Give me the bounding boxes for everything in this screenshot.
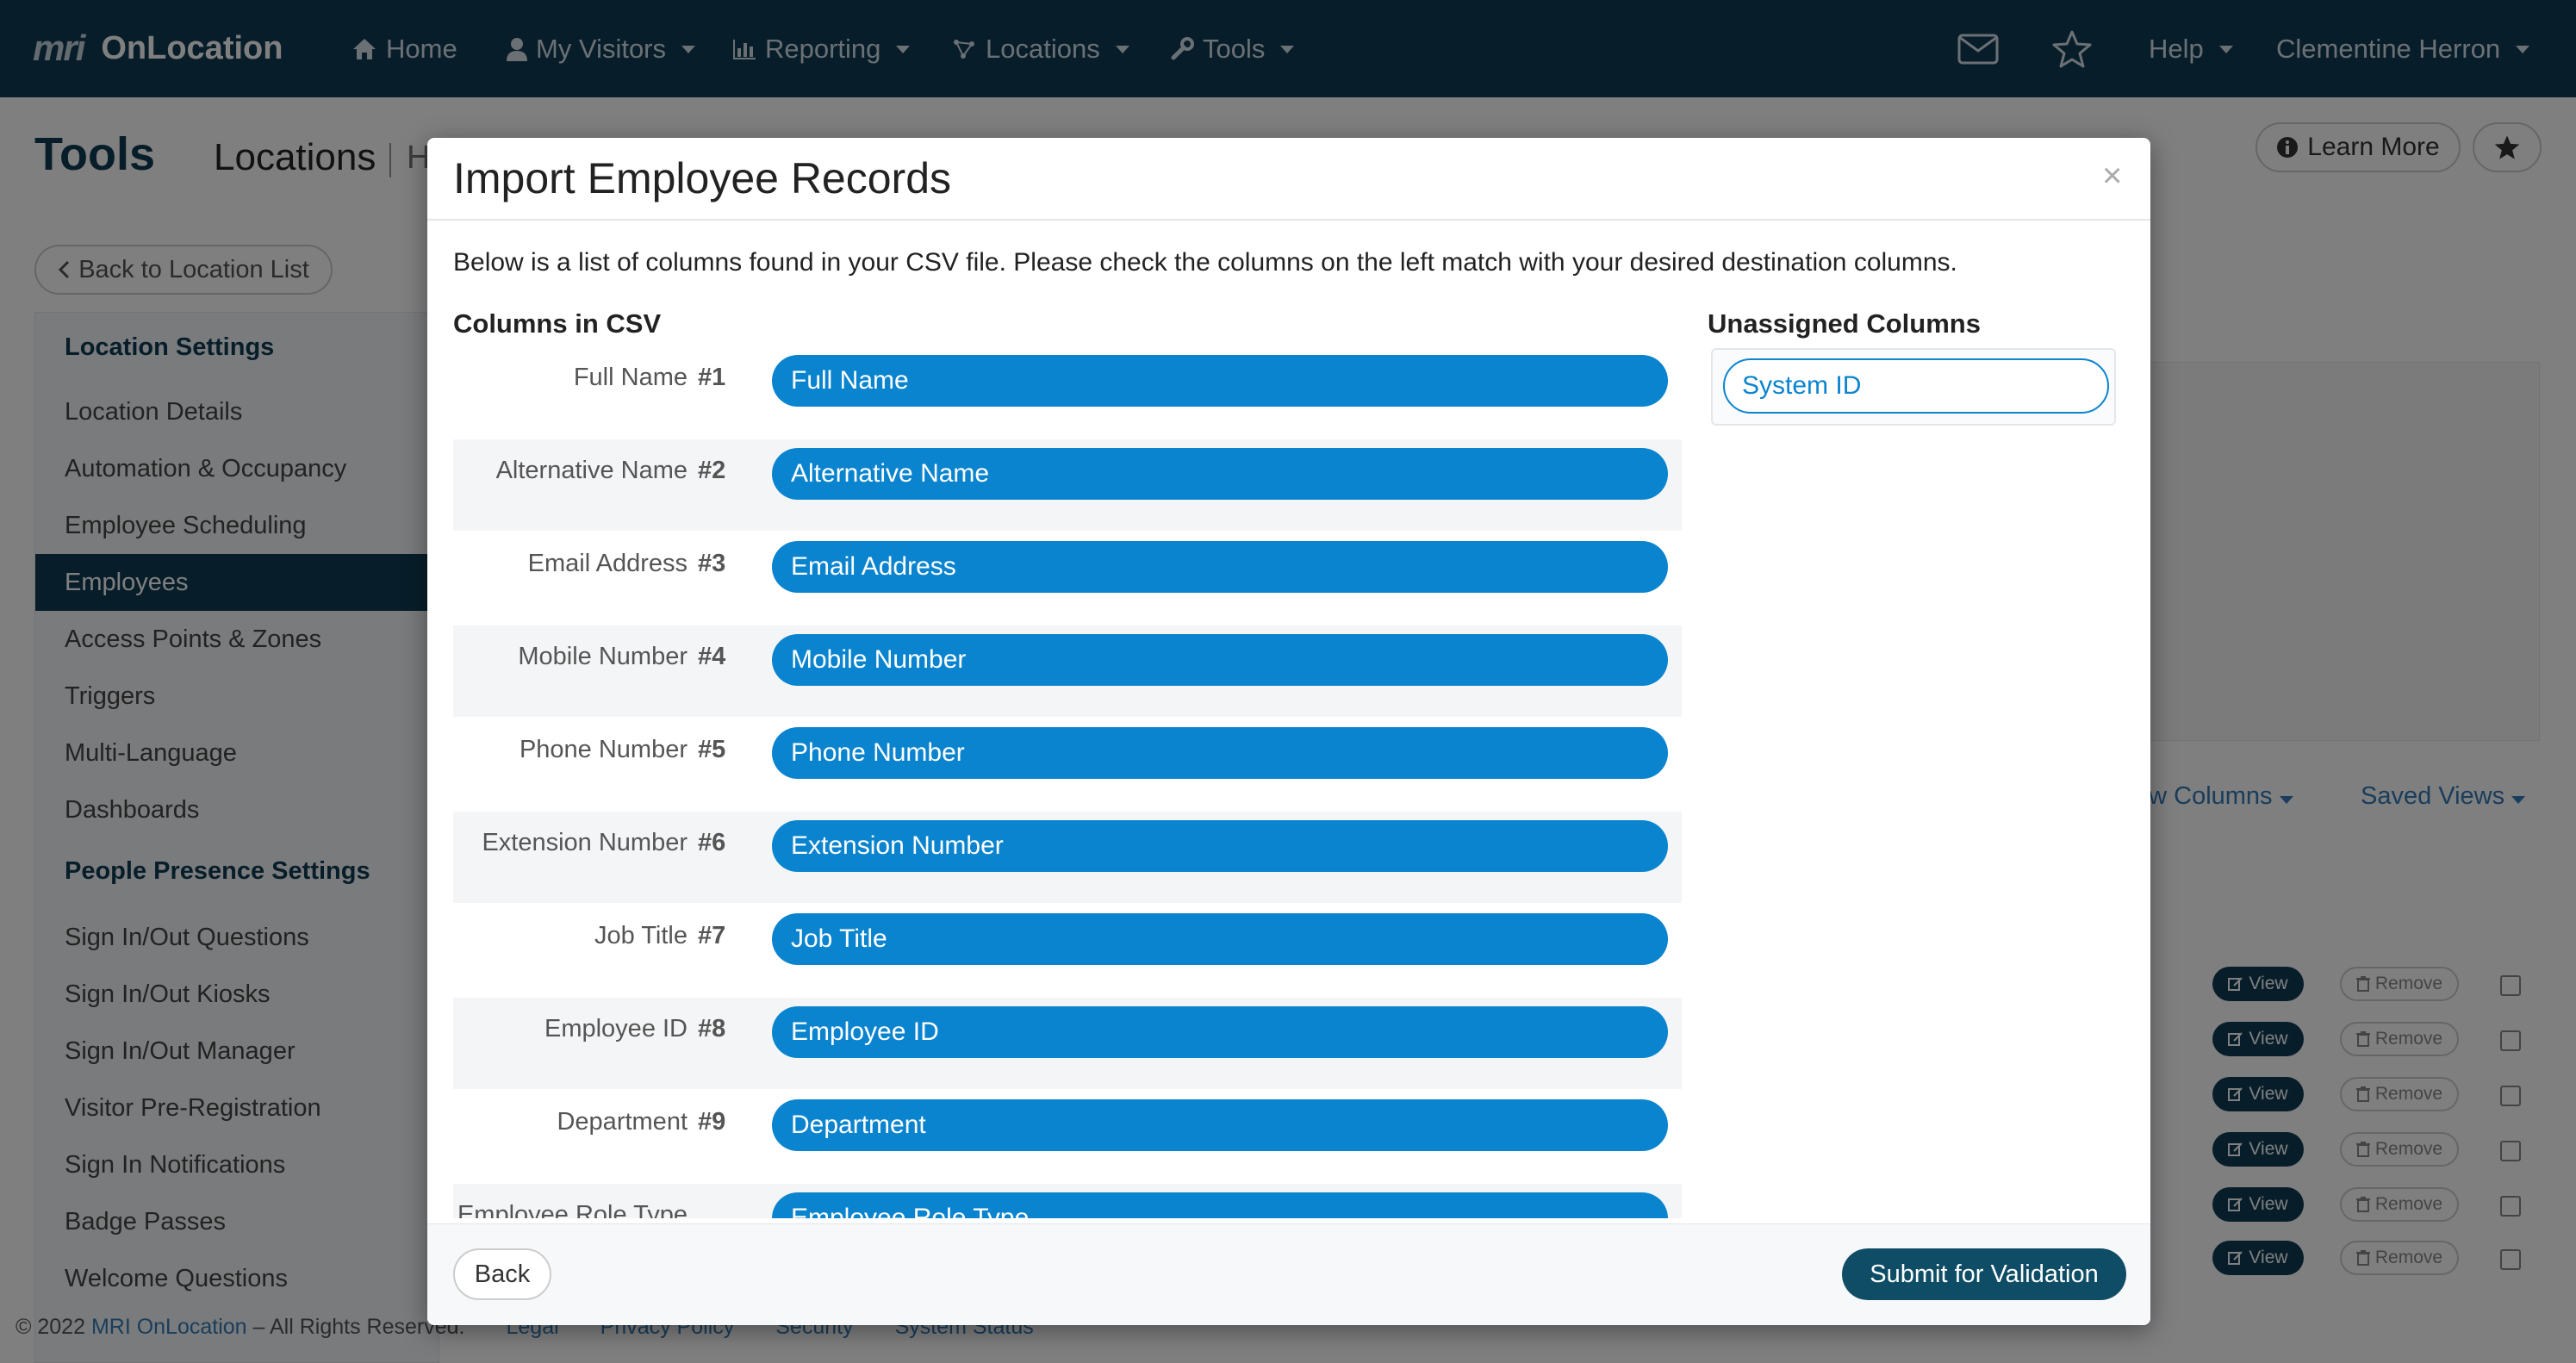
mapping-row: Mobile Number #4 Mobile Number: [453, 625, 1682, 719]
destination-column-pill[interactable]: Employee Role Type: [772, 1192, 1668, 1218]
csv-column-name: Mobile Number: [518, 643, 688, 670]
csv-column-number: #6: [698, 829, 726, 856]
mapping-row: Employee Role Type Employee Role Type: [453, 1184, 1682, 1218]
csv-column-name: Extension Number: [482, 829, 688, 856]
csv-column-name: Job Title: [594, 922, 688, 949]
csv-column-number: #3: [698, 550, 726, 577]
unassigned-column-pill[interactable]: System ID: [1723, 358, 2109, 414]
mapping-row: Extension Number #6 Extension Number: [453, 812, 1682, 905]
csv-column-name: Alternative Name: [495, 457, 688, 484]
back-button[interactable]: Back: [453, 1248, 551, 1300]
unassigned-columns-box: System ID: [1711, 348, 2116, 426]
destination-column-pill[interactable]: Alternative Name: [772, 448, 1668, 500]
destination-column-pill[interactable]: Department: [772, 1099, 1668, 1151]
csv-column-name: Full Name: [573, 364, 688, 391]
csv-column-number: #4: [698, 643, 726, 670]
csv-column-number: #5: [698, 736, 726, 763]
destination-column-pill[interactable]: Extension Number: [772, 820, 1668, 872]
columns-in-csv-heading: Columns in CSV: [453, 308, 662, 339]
mapping-row: Job Title #7 Job Title: [453, 905, 1682, 998]
modal-footer: Back Submit for Validation: [427, 1223, 2150, 1325]
csv-column-name: Employee Role Type: [457, 1201, 688, 1218]
destination-column-pill[interactable]: Job Title: [772, 913, 1668, 965]
csv-column-number: #2: [698, 457, 726, 484]
unassigned-columns-heading: Unassigned Columns: [1708, 308, 1981, 339]
column-mapping-list: Full Name #1 Full Name Alternative Name …: [453, 346, 1682, 1218]
destination-column-pill[interactable]: Phone Number: [772, 727, 1668, 779]
csv-column-number: #1: [698, 364, 726, 391]
mapping-row: Full Name #1 Full Name: [453, 346, 1682, 439]
modal-header: Import Employee Records ×: [427, 138, 2150, 221]
destination-column-pill[interactable]: Email Address: [772, 541, 1668, 593]
csv-column-name: Email Address: [527, 550, 688, 577]
csv-column-name: Employee ID: [544, 1015, 688, 1042]
mapping-row: Employee ID #8 Employee ID: [453, 998, 1682, 1091]
submit-for-validation-button[interactable]: Submit for Validation: [1842, 1248, 2126, 1300]
mapping-row: Department #9 Department: [453, 1091, 1682, 1184]
destination-column-pill[interactable]: Mobile Number: [772, 634, 1668, 686]
modal-description: Below is a list of columns found in your…: [453, 248, 1957, 277]
csv-column-number: #7: [698, 922, 726, 949]
mapping-row: Phone Number #5 Phone Number: [453, 719, 1682, 812]
modal-title: Import Employee Records: [453, 154, 952, 202]
import-employee-records-modal: Import Employee Records × Below is a lis…: [427, 138, 2150, 1325]
destination-column-pill[interactable]: Full Name: [772, 355, 1668, 407]
csv-column-number: #9: [698, 1108, 726, 1136]
destination-column-pill[interactable]: Employee ID: [772, 1006, 1668, 1058]
mapping-row: Email Address #3 Email Address: [453, 532, 1682, 625]
close-icon[interactable]: ×: [2102, 157, 2122, 196]
csv-column-number: #8: [698, 1015, 726, 1042]
csv-column-name: Phone Number: [519, 736, 688, 763]
mapping-row: Alternative Name #2 Alternative Name: [453, 439, 1682, 532]
csv-column-name: Department: [557, 1108, 688, 1136]
